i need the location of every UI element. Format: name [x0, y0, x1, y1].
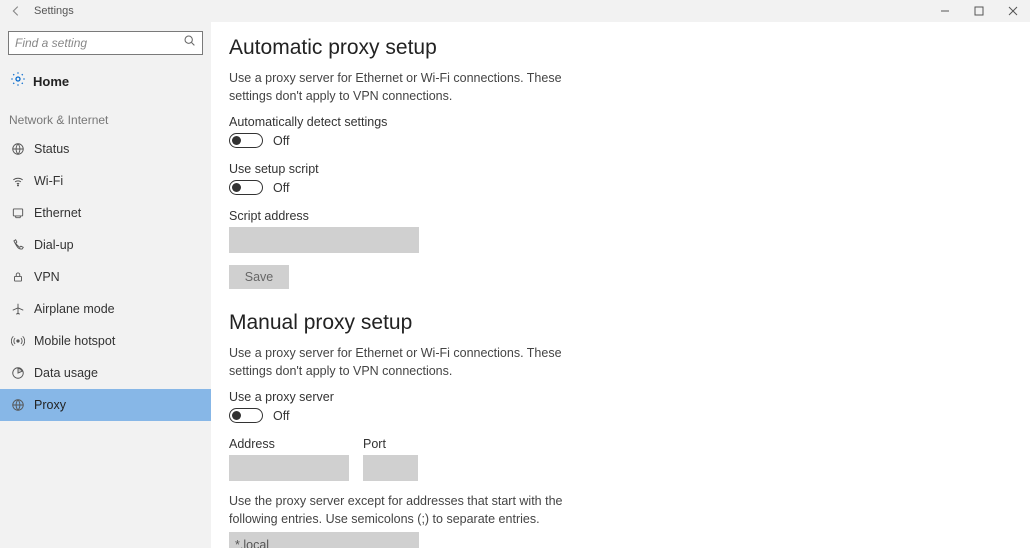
sidebar-item-dialup[interactable]: Dial-up	[0, 229, 211, 261]
port-label: Port	[363, 437, 418, 451]
sidebar-item-hotspot[interactable]: Mobile hotspot	[0, 325, 211, 357]
proxy-icon	[10, 398, 25, 412]
status-icon	[10, 142, 25, 156]
content-pane: Automatic proxy setup Use a proxy server…	[211, 22, 1030, 548]
sidebar-category: Network & Internet	[0, 99, 211, 133]
exceptions-desc: Use the proxy server except for addresse…	[229, 493, 589, 528]
sidebar-home-label: Home	[33, 74, 69, 89]
use-proxy-label: Use a proxy server	[229, 390, 1030, 404]
setup-script-label: Use setup script	[229, 162, 1030, 176]
back-button[interactable]	[0, 4, 32, 18]
search-icon	[183, 34, 196, 52]
setup-script-state: Off	[273, 181, 289, 195]
script-address-input[interactable]	[229, 227, 419, 253]
sidebar-home[interactable]: Home	[0, 64, 211, 99]
sidebar-item-label: Dial-up	[34, 238, 74, 252]
sidebar-item-label: Data usage	[34, 366, 98, 380]
close-button[interactable]	[996, 0, 1030, 22]
minimize-button[interactable]	[928, 0, 962, 22]
sidebar-item-label: VPN	[34, 270, 60, 284]
manual-proxy-heading: Manual proxy setup	[229, 311, 1030, 335]
window-controls	[928, 0, 1030, 22]
exceptions-input[interactable]	[229, 532, 419, 548]
sidebar-item-airplane[interactable]: Airplane mode	[0, 293, 211, 325]
sidebar-item-wifi[interactable]: Wi-Fi	[0, 165, 211, 197]
address-label: Address	[229, 437, 349, 451]
manual-proxy-desc: Use a proxy server for Ethernet or Wi-Fi…	[229, 345, 589, 380]
search-input[interactable]	[15, 36, 183, 50]
gear-icon	[10, 71, 26, 92]
detect-settings-toggle[interactable]	[229, 133, 263, 148]
sidebar-item-datausage[interactable]: Data usage	[0, 357, 211, 389]
data-icon	[10, 366, 25, 380]
sidebar-item-ethernet[interactable]: Ethernet	[0, 197, 211, 229]
setup-script-toggle[interactable]	[229, 180, 263, 195]
auto-save-button[interactable]: Save	[229, 265, 289, 289]
sidebar-item-label: Ethernet	[34, 206, 81, 220]
sidebar-item-status[interactable]: Status	[0, 133, 211, 165]
airplane-icon	[10, 302, 25, 316]
port-input[interactable]	[363, 455, 418, 481]
address-input[interactable]	[229, 455, 349, 481]
sidebar-item-label: Airplane mode	[34, 302, 115, 316]
detect-settings-state: Off	[273, 134, 289, 148]
sidebar: Home Network & Internet Status Wi-Fi Eth…	[0, 22, 211, 548]
search-input-wrap[interactable]	[8, 31, 203, 55]
use-proxy-state: Off	[273, 409, 289, 423]
dialup-icon	[10, 238, 25, 252]
sidebar-item-label: Status	[34, 142, 69, 156]
ethernet-icon	[10, 206, 25, 220]
vpn-icon	[10, 270, 25, 284]
maximize-button[interactable]	[962, 0, 996, 22]
detect-settings-label: Automatically detect settings	[229, 115, 1030, 129]
sidebar-item-vpn[interactable]: VPN	[0, 261, 211, 293]
auto-proxy-desc: Use a proxy server for Ethernet or Wi-Fi…	[229, 70, 589, 105]
sidebar-item-label: Wi-Fi	[34, 174, 63, 188]
sidebar-item-proxy[interactable]: Proxy	[0, 389, 211, 421]
auto-proxy-heading: Automatic proxy setup	[229, 36, 1030, 60]
sidebar-item-label: Mobile hotspot	[34, 334, 115, 348]
titlebar: Settings	[0, 0, 1030, 22]
sidebar-item-label: Proxy	[34, 398, 66, 412]
window-title: Settings	[32, 5, 74, 17]
script-address-label: Script address	[229, 209, 1030, 223]
hotspot-icon	[10, 334, 25, 348]
wifi-icon	[10, 174, 25, 188]
use-proxy-toggle[interactable]	[229, 408, 263, 423]
